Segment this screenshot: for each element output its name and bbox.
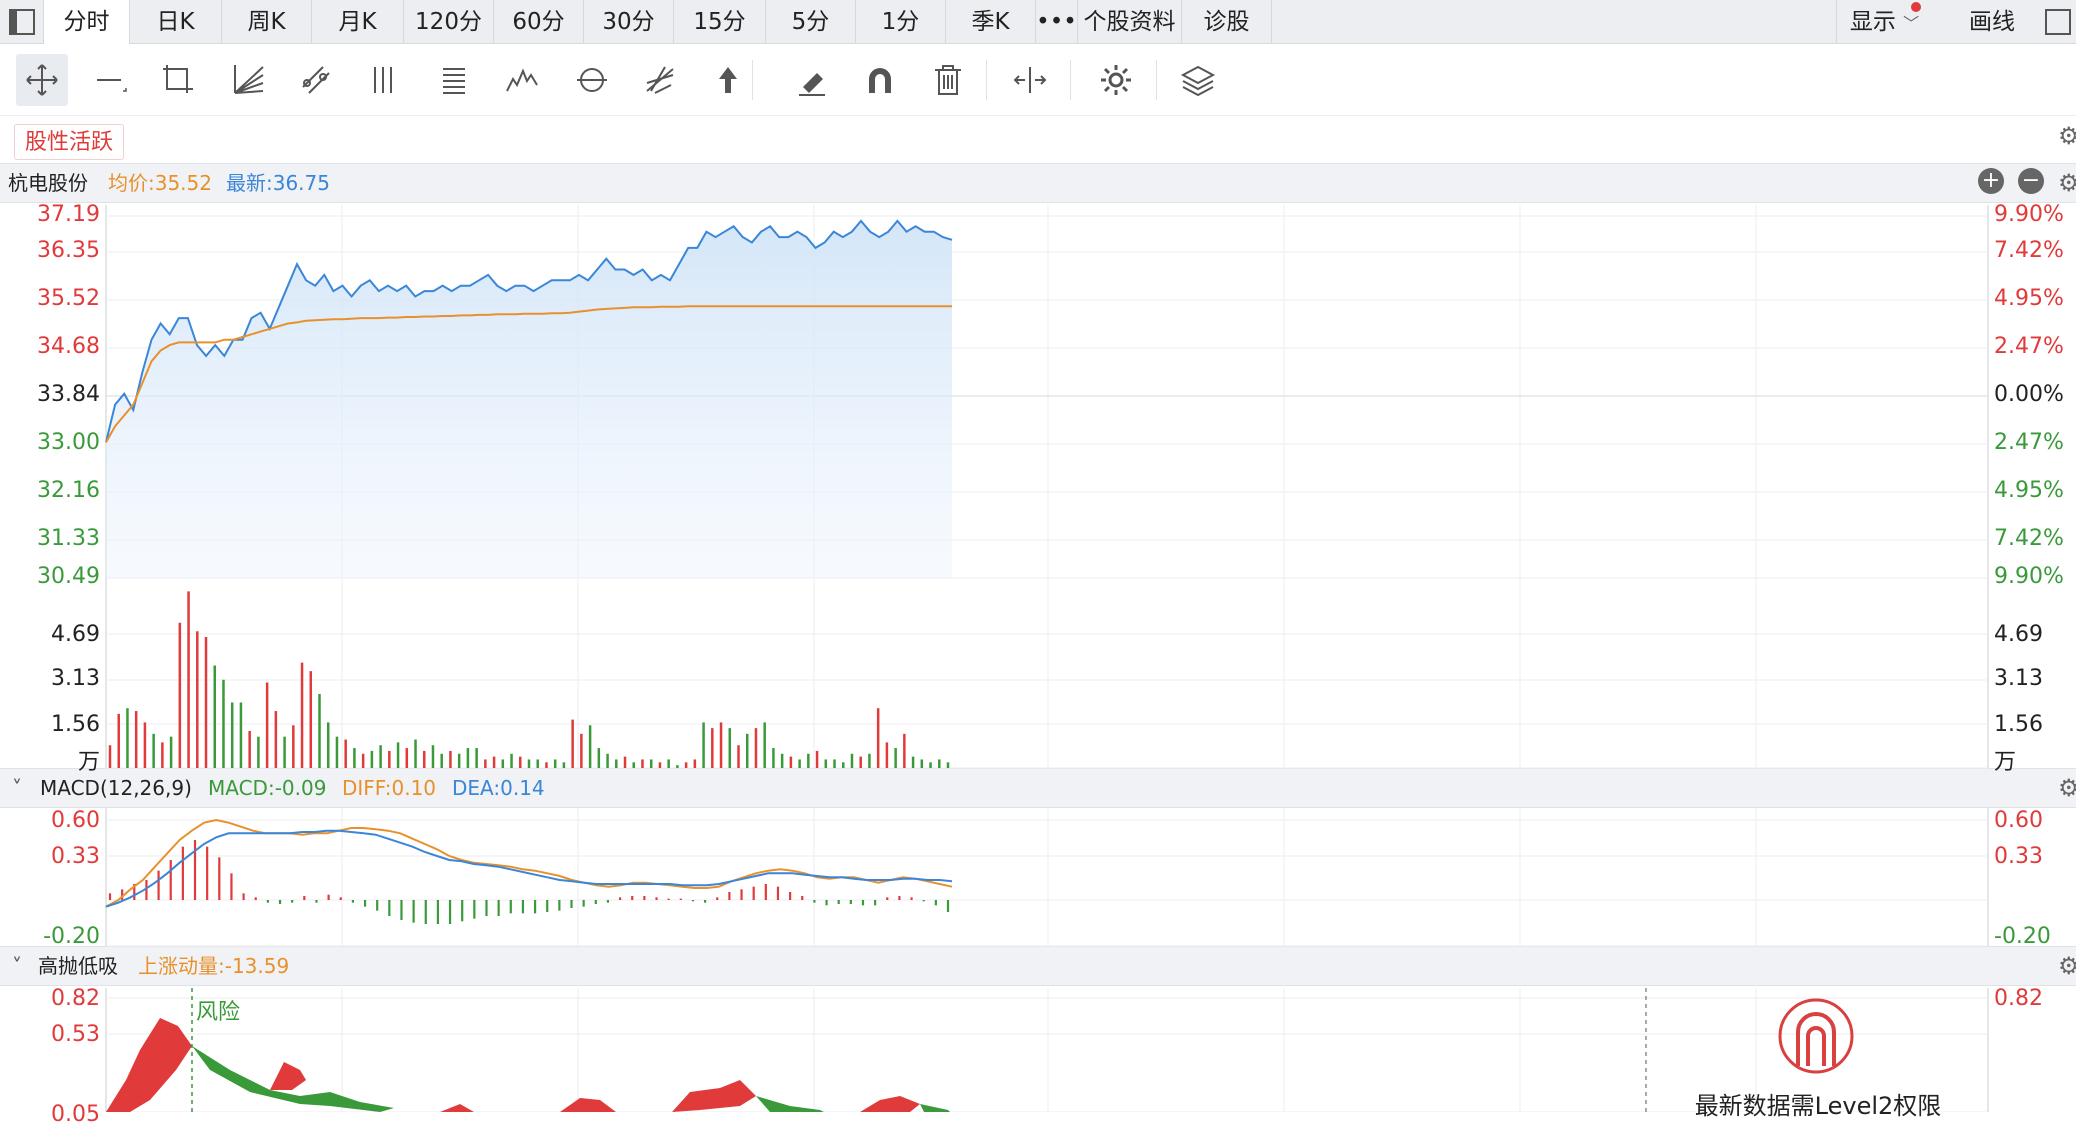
gaopao-red-area: [860, 1096, 920, 1112]
gaopao-red-area: [270, 1062, 306, 1090]
gaopao-red-area: [560, 1098, 616, 1112]
volume-axis-label: 3.13: [51, 666, 100, 691]
percent-axis-label: 2.47%: [1994, 334, 2064, 359]
percent-axis-label: 4.95%: [1994, 478, 2064, 503]
volume-unit-label: 万: [77, 750, 100, 775]
percent-axis-label: 2.47%: [1994, 430, 2064, 455]
level2-notice-text: 最新数据需Level2权限: [1694, 1092, 1942, 1120]
volume-axis-label: 1.56: [51, 712, 100, 737]
gaopao-red-area: [672, 1080, 756, 1112]
price-axis-label: 35.52: [37, 286, 100, 311]
volume-axis-label: 4.69: [1994, 622, 2043, 647]
gaopao-green-area: [920, 1104, 950, 1112]
percent-axis-label: 9.90%: [1994, 564, 2064, 589]
volume-axis-label: 4.69: [51, 622, 100, 647]
volume-axis-label: 3.13: [1994, 666, 2043, 691]
percent-axis-label: 4.95%: [1994, 286, 2064, 311]
gaopao-axis-label: 0.82: [1994, 986, 2043, 1011]
macd-axis-label: 0.33: [51, 844, 100, 869]
percent-axis-label: 0.00%: [1994, 382, 2064, 407]
price-axis-label: 36.35: [37, 238, 100, 263]
price-area: [106, 220, 952, 578]
percent-axis-label: 9.90%: [1994, 202, 2064, 227]
gaopao-axis-label: 0.53: [51, 1022, 100, 1047]
gaopao-red-area: [440, 1104, 474, 1112]
gaopao-red-area: [106, 1018, 192, 1112]
percent-axis-label: 7.42%: [1994, 238, 2064, 263]
risk-annotation: 风险: [196, 1000, 241, 1025]
level2-logo-icon: [1778, 998, 1854, 1074]
volume-axis-label: 1.56: [1994, 712, 2043, 737]
price-axis-label: 31.33: [37, 526, 100, 551]
macd-axis-label: -0.20: [1994, 924, 2051, 949]
gaopao-axis-label: 0.05: [51, 1102, 100, 1127]
macd-axis-label: 0.60: [51, 808, 100, 833]
price-axis-label: 33.00: [37, 430, 100, 455]
macd-axis-label: -0.20: [43, 924, 100, 949]
level2-notice[interactable]: 最新数据需Level2权限: [1648, 990, 1988, 1120]
price-axis-label: 34.68: [37, 334, 100, 359]
gaopao-axis-label: 0.82: [51, 986, 100, 1011]
price-axis-label: 32.16: [37, 478, 100, 503]
percent-axis-label: 7.42%: [1994, 526, 2064, 551]
price-axis-label: 37.19: [37, 202, 100, 227]
chart-canvas[interactable]: [0, 0, 2076, 1112]
volume-unit-label: 万: [1994, 750, 2017, 775]
price-axis-label: 33.84: [37, 382, 100, 407]
macd-axis-label: 0.60: [1994, 808, 2043, 833]
price-axis-label: 30.49: [37, 564, 100, 589]
macd-axis-label: 0.33: [1994, 844, 2043, 869]
dea-line: [105, 829, 953, 908]
